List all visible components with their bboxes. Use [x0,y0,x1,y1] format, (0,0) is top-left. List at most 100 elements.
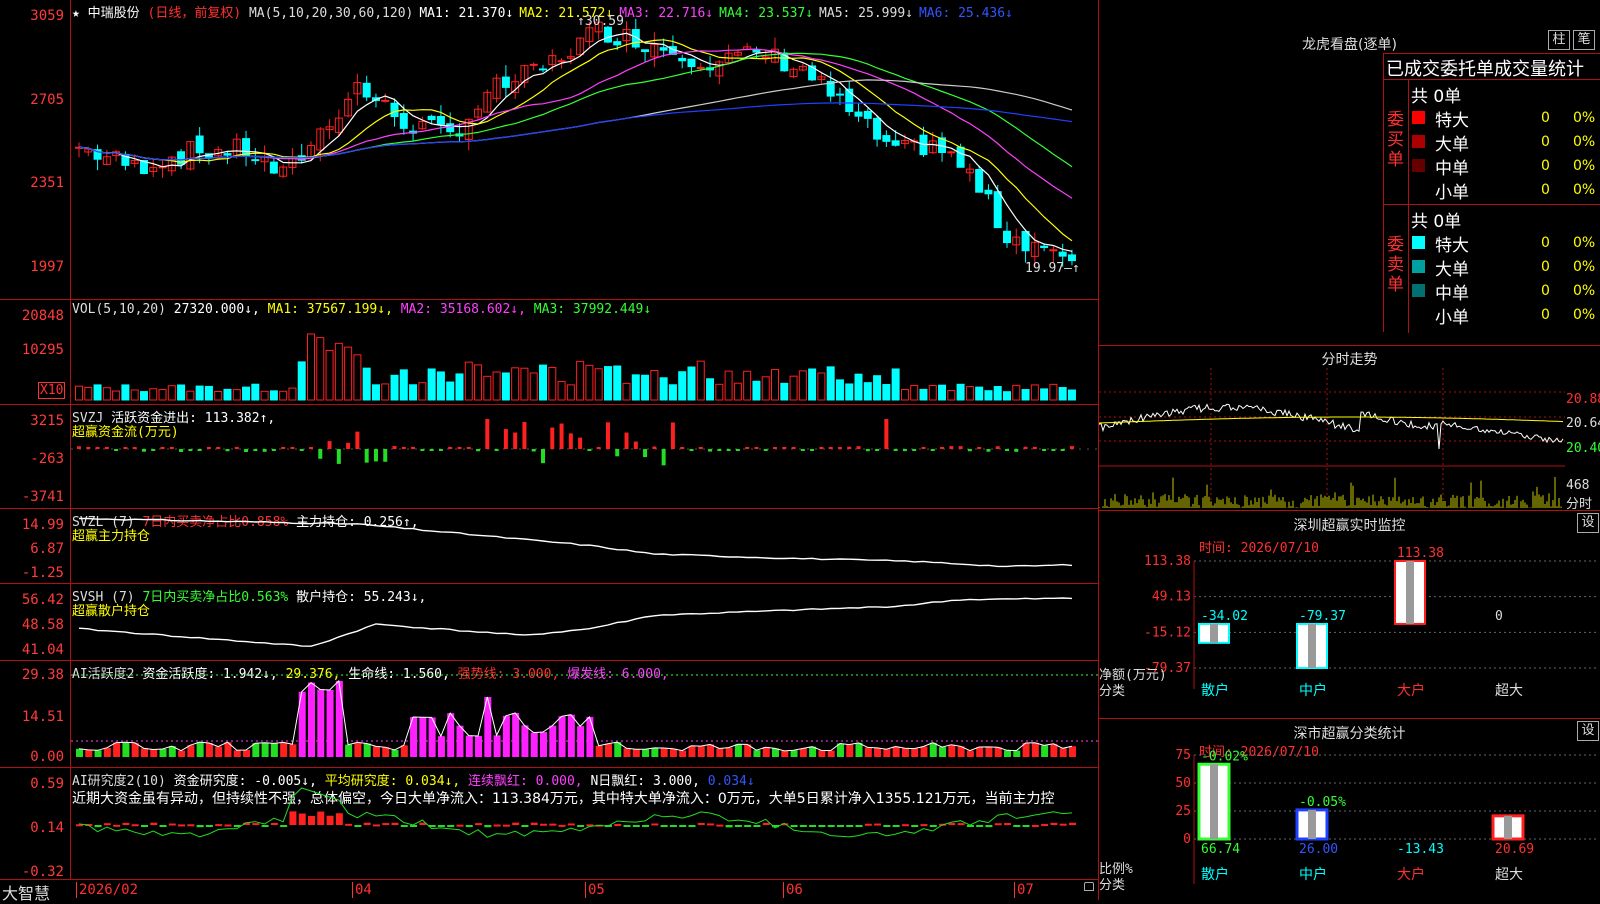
volume-bar [139,391,148,401]
ai-activity-chart[interactable] [71,661,1098,767]
high-price-label: ↑30.59 [577,14,624,29]
volume-bar [334,342,343,401]
fund-flow-bar [448,446,453,449]
research-bar [447,825,455,827]
class-bar-shade [1308,809,1316,839]
research-bar [883,825,891,827]
fund-flow-bar [123,447,128,449]
fund-flow-bar [1060,449,1065,451]
svzj-panel[interactable]: 3215 -263 -3741 SVZJ 活跃资金进出: 113.382↑, 超… [0,405,1098,509]
candle-body [696,67,705,70]
svzj-chart[interactable] [71,405,1098,508]
volume-bar [780,382,789,401]
volume-bar [1067,389,1076,401]
fund-flow-bar [921,447,926,449]
sz-monitor-chart[interactable]: 113.3849.13-15.12-79.37净额(万元)分类-34.02散户-… [1099,511,1600,718]
fund-flow-bar [754,447,759,449]
fund-flow-bar [494,449,499,451]
class-category-label: 超大 [1495,867,1523,883]
volume-bar [204,385,213,401]
bar-toggle-button[interactable]: 柱 [1548,30,1570,50]
ai-research-chart[interactable] [71,768,1098,879]
volume-bar [260,390,269,401]
volume-bar [251,383,260,401]
volume-bar [501,372,510,401]
sz-class-chart[interactable]: 75 50 25 0 比例%分类 -0.02% 66.74 散户 -0.05% 26.00 中户 -1… [1099,719,1600,900]
candle-body [1058,251,1067,257]
fund-flow-bar [429,449,434,451]
fund-flow-bar [865,449,870,452]
sell-total: 共 0单 [1411,212,1462,232]
research-bar [131,824,139,827]
volume-panel[interactable]: 20848 10295 X10 VOL(5,10,20) 27320.000↓,… [0,300,1098,405]
activity-bar [707,744,715,757]
research-bar [660,825,668,827]
activity-bar [419,717,427,757]
fund-flow-bar [810,449,815,451]
intraday-chart[interactable] [1099,368,1565,508]
research-bar [577,825,585,827]
activity-bar [883,749,891,757]
fund-flow-bar [698,447,703,449]
kline-chart[interactable] [71,0,1098,299]
fund-flow-bar [485,419,490,449]
volume-bar [186,390,195,401]
order-pct: 0% [1573,283,1596,299]
volume-bar [715,383,724,401]
candle-body [678,57,687,62]
volume-bar [724,370,733,401]
sell-rows: 特大 0 0% 大单 0 0% 中单 0 0% 小单 0 0% [1411,231,1600,328]
research-bar [623,825,631,827]
activity-bar [734,744,742,757]
volume-bar [965,386,974,401]
vol-unit: X10 [38,382,66,399]
buy-block-inner: 共 0单 特大 0 0% 大单 0 0% 中单 0 0% 小单 0 0% [1408,80,1600,204]
class-top-label: -0.05% [1299,795,1346,810]
color-swatch [1412,183,1425,196]
activity-bar [1050,743,1058,757]
ai-research-panel[interactable]: 0.59 0.14 -0.32 AI研究度2(10) 资金研究度: -0.005… [0,768,1098,880]
activity-bar [345,744,353,757]
intraday-panel[interactable]: 分时走势 20.88 20.64 20.40 468 分时 [1099,346,1600,512]
volume-bar [984,390,993,401]
svzl-chart[interactable] [71,509,1098,583]
activity-bar [85,749,93,757]
volume-bar [557,381,566,401]
volume-chart[interactable] [71,300,1098,404]
fund-flow-bar [680,447,685,449]
volume-bar [167,385,176,401]
svsh-axis: 56.42 48.58 41.04 [0,584,71,660]
brand-label[interactable]: 大智慧 [2,880,50,904]
research-bar [985,825,993,828]
research-bar [512,822,520,825]
volume-bar [798,370,807,401]
volume-bar [743,370,752,401]
svsh-tick: 41.04 [21,642,64,658]
tick-toggle-button[interactable]: 笔 [1573,30,1595,50]
research-bar [753,825,761,827]
activity-bar [725,747,733,757]
volume-bar [464,361,473,401]
activity-bar [243,749,251,757]
research-bar [540,823,547,826]
candle-body [1021,230,1030,252]
svzl-panel[interactable]: 14.99 6.87 -1.25 SVZL (7) 7日内买卖净占比0.858%… [0,509,1098,584]
sell-row: 小单 0 0% [1411,303,1600,328]
sz-class-panel[interactable]: 深市超赢分类统计 设 时间: 2026/07/10 75 50 25 0 比例% 分类 -0… [1099,719,1600,900]
svsh-chart[interactable] [71,584,1098,660]
volume-bar [882,384,891,401]
ai-activity-panel[interactable]: 29.38 14.51 0.00 AI活跃度2 资金活跃度: 1.942↓, 2… [0,661,1098,768]
volume-bar [910,385,919,401]
research-bar [400,825,408,827]
activity-bar [818,750,826,757]
lock-icon[interactable] [1084,882,1094,891]
candle-body [641,49,650,53]
sell-row: 中单 0 0% [1411,279,1600,304]
research-bar [335,813,343,825]
dragon-panel[interactable]: 龙虎看盘(逐单) 柱 笔 已成交委托单成交量统计 委买单 共 0单 特大 0 0% 大… [1099,0,1600,346]
research-bar [1004,823,1011,826]
volume-bar [771,369,779,401]
sz-monitor-panel[interactable]: 深圳超赢实时监控 设 时间: 2026/07/10 113.38 49.13 -15… [1099,511,1600,719]
kline-panel[interactable]: 3059 2705 2351 1997 ★ 中瑞股份 (日线，前复权) MA(5… [0,0,1098,300]
svsh-panel[interactable]: 56.42 48.58 41.04 SVSH (7) 7日内买卖净占比0.563… [0,584,1098,661]
